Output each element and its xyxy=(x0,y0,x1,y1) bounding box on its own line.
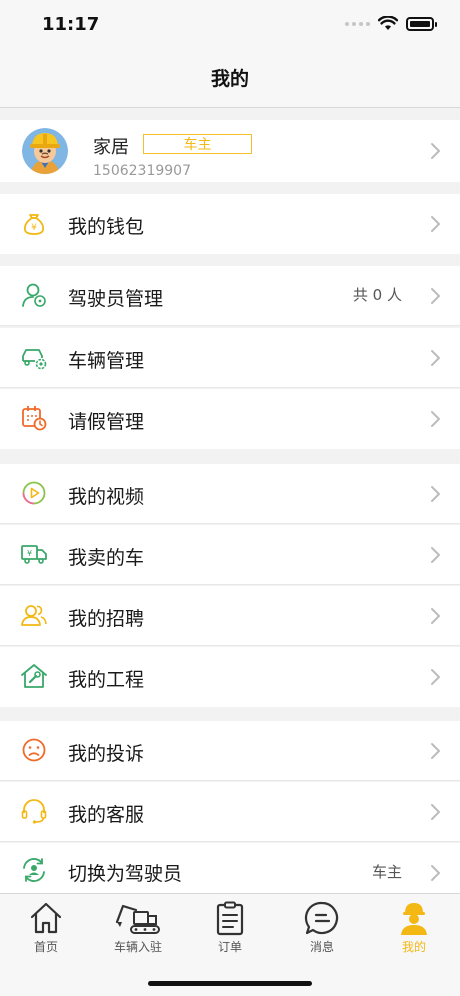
excavator-icon xyxy=(115,904,160,934)
worker-profile-icon xyxy=(401,903,427,935)
profile-phone: 15062319907 xyxy=(93,163,191,179)
current-role: 车主 xyxy=(371,863,402,881)
video-play-icon xyxy=(22,481,46,505)
chevron-right-icon xyxy=(431,669,440,685)
chevron-right-icon xyxy=(431,865,440,881)
menu-item-switch-role[interactable]: 切换为驾驶员 车主 xyxy=(0,843,460,895)
wifi-icon xyxy=(378,16,398,30)
chevron-right-icon xyxy=(431,804,440,820)
page-title: 我的 xyxy=(210,68,249,90)
chevron-right-icon xyxy=(431,216,440,232)
tab-label: 车辆入驻 xyxy=(113,940,162,954)
svg-text:¥: ¥ xyxy=(27,549,32,558)
menu-label: 我的钱包 xyxy=(68,216,145,238)
worker-avatar-icon xyxy=(22,128,68,174)
chevron-right-icon xyxy=(431,288,440,304)
role-badge: 车主 xyxy=(143,134,252,154)
users-icon xyxy=(21,605,47,626)
svg-text:¥: ¥ xyxy=(31,223,37,233)
chevron-right-icon xyxy=(431,547,440,563)
menu-label: 我的客服 xyxy=(68,804,145,826)
tab-label: 我的 xyxy=(401,940,426,954)
menu-item-sold-cars[interactable]: ¥ 我卖的车 xyxy=(0,525,460,585)
menu-label: 车辆管理 xyxy=(68,350,145,372)
menu-item-recruit[interactable]: 我的招聘 xyxy=(0,586,460,646)
profile-name: 家居 xyxy=(93,137,129,158)
menu-label: 驾驶员管理 xyxy=(68,288,164,310)
switch-user-icon xyxy=(23,858,45,882)
menu-item-drivers[interactable]: 驾驶员管理 共 0 人 xyxy=(0,266,460,326)
menu-item-service[interactable]: 我的客服 xyxy=(0,782,460,842)
truck-sale-icon: ¥ xyxy=(21,545,47,564)
calendar-clock-icon xyxy=(22,406,47,431)
money-bag-icon: ¥ xyxy=(23,214,45,235)
menu-label: 我的招聘 xyxy=(68,608,145,630)
menu-item-leave[interactable]: 请假管理 xyxy=(0,389,460,449)
menu-item-videos[interactable]: 我的视频 xyxy=(0,464,460,524)
status-bar: 11:17 xyxy=(0,0,460,48)
clipboard-icon xyxy=(216,901,244,936)
menu-label: 切换为驾驶员 xyxy=(68,863,183,885)
driver-icon xyxy=(22,283,46,307)
menu-label: 我的视频 xyxy=(68,486,145,508)
avatar xyxy=(22,128,68,174)
profile-card[interactable]: 家居 车主 15062319907 xyxy=(0,120,460,182)
home-icon xyxy=(30,902,62,934)
menu-label: 我卖的车 xyxy=(68,547,145,569)
home-indicator xyxy=(148,981,312,986)
tab-home[interactable]: 首页 xyxy=(0,900,92,960)
menu-label: 我的工程 xyxy=(68,669,145,691)
house-wrench-icon xyxy=(21,664,47,688)
nav-bar: 我的 xyxy=(0,48,460,108)
headset-icon xyxy=(21,799,47,824)
tab-label: 订单 xyxy=(217,940,242,954)
chat-bubble-icon xyxy=(304,901,339,935)
tab-label: 消息 xyxy=(309,940,334,954)
menu-label: 我的投诉 xyxy=(68,743,145,765)
menu-item-projects[interactable]: 我的工程 xyxy=(0,647,460,707)
chevron-right-icon xyxy=(431,608,440,624)
chevron-right-icon xyxy=(431,743,440,759)
menu-item-wallet[interactable]: ¥ 我的钱包 xyxy=(0,194,460,254)
chevron-right-icon xyxy=(431,143,440,159)
status-icons xyxy=(345,16,437,31)
chevron-right-icon xyxy=(431,486,440,502)
battery-icon xyxy=(406,16,437,31)
menu-item-complaints[interactable]: 我的投诉 xyxy=(0,721,460,781)
tab-orders[interactable]: 订单 xyxy=(184,900,276,960)
car-settings-icon xyxy=(22,349,47,370)
menu-item-vehicles[interactable]: 车辆管理 xyxy=(0,328,460,388)
status-time: 11:17 xyxy=(42,14,100,35)
chevron-right-icon xyxy=(431,411,440,427)
signal-icon xyxy=(345,21,370,26)
menu-label: 请假管理 xyxy=(68,411,145,433)
driver-count: 共 0 人 xyxy=(352,286,402,304)
tab-mine[interactable]: 我的 xyxy=(368,900,460,960)
tab-label: 首页 xyxy=(33,940,58,954)
tab-messages[interactable]: 消息 xyxy=(276,900,368,960)
tab-bar: 首页 车辆入驻 订单 消息 我的 xyxy=(0,893,460,996)
sad-face-icon xyxy=(22,738,46,762)
tab-vehicle-entry[interactable]: 车辆入驻 xyxy=(92,900,184,960)
chevron-right-icon xyxy=(431,350,440,366)
